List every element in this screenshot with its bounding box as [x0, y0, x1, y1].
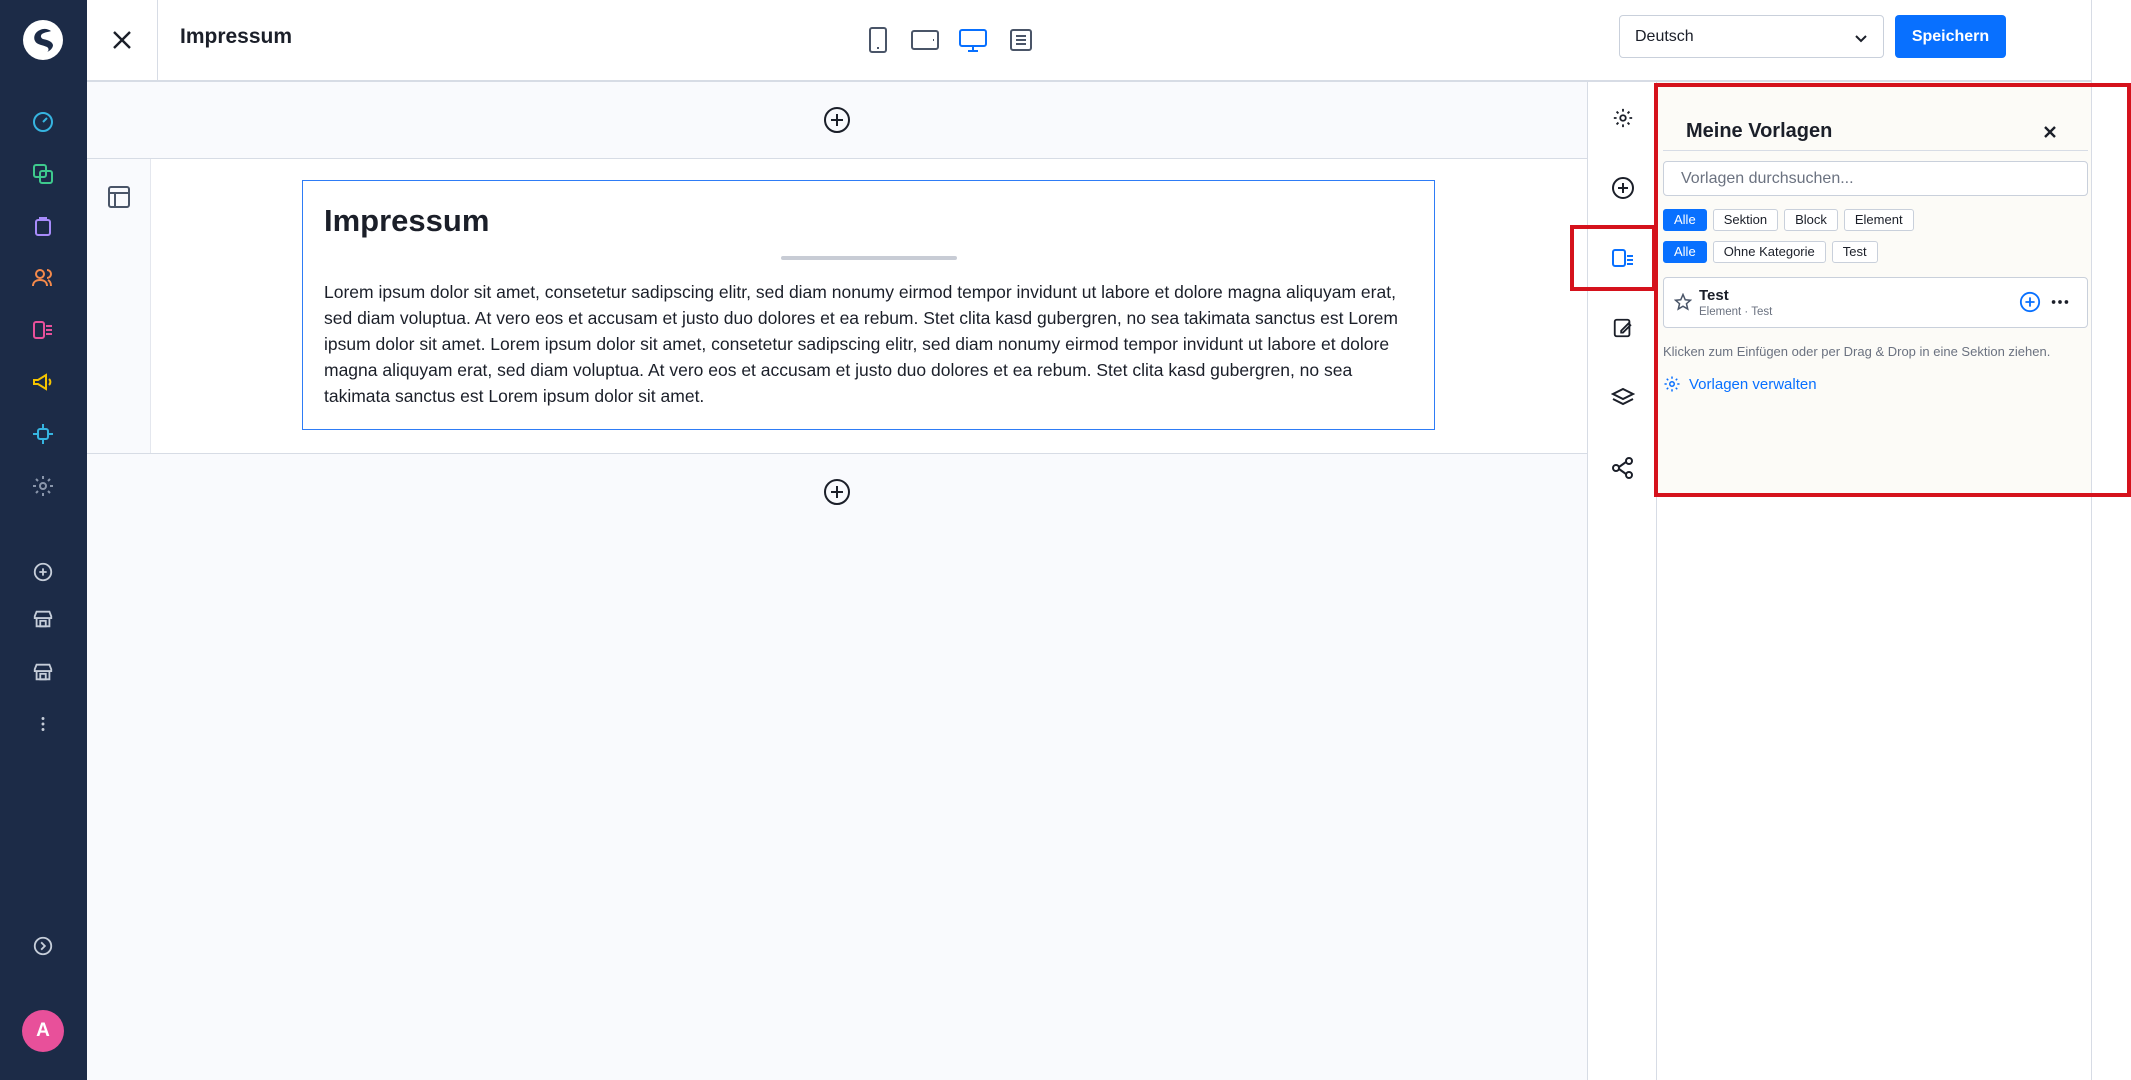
chevron-down-icon [1855, 35, 1867, 43]
section-layout-icon[interactable] [107, 185, 131, 209]
close-editor-button[interactable] [87, 0, 158, 80]
save-button[interactable]: Speichern [1895, 15, 2006, 58]
block-heading: Impressum [324, 203, 490, 238]
panel-title: Meine Vorlagen [1686, 120, 1833, 142]
tablet-view-icon[interactable] [907, 22, 943, 58]
settings-icon[interactable] [1609, 104, 1637, 132]
editor-header: Impressum Deutsch Speichern [87, 0, 2091, 82]
category-filter-group: Alle Ohne Kategorie Test [1663, 241, 1878, 263]
panel-hint: Klicken zum Einfügen oder per Drag & Dro… [1663, 344, 2051, 359]
template-search-input[interactable]: Vorlagen durchsuchen... [1663, 161, 2088, 196]
filter-type-element[interactable]: Element [1843, 209, 1914, 231]
filter-type-all[interactable]: Alle [1663, 209, 1707, 231]
avatar[interactable]: A [22, 1010, 64, 1052]
filter-category-all[interactable]: Alle [1663, 241, 1707, 263]
add-icon[interactable] [29, 558, 57, 586]
extensions-icon[interactable] [29, 420, 57, 448]
window-edge [2091, 0, 2131, 1080]
customers-icon[interactable] [29, 264, 57, 292]
star-icon[interactable] [1674, 293, 1692, 311]
cms-canvas: Impressum Lorem ipsum dolor sit amet, co… [87, 82, 1587, 1080]
block-divider [781, 256, 957, 260]
close-icon [113, 31, 131, 49]
section-sidebar [87, 159, 151, 453]
collapse-icon[interactable] [29, 932, 57, 960]
form-view-icon[interactable] [1003, 22, 1039, 58]
template-meta: Element · Test [1699, 306, 1773, 318]
insert-template-icon[interactable] [2019, 291, 2041, 313]
template-name: Test [1699, 287, 1729, 304]
manage-templates-link[interactable]: Vorlagen verwalten [1663, 375, 1817, 393]
add-section-top[interactable] [87, 82, 1587, 158]
add-section-icon [824, 107, 850, 133]
language-select[interactable]: Deutsch [1619, 15, 1884, 58]
text-block[interactable]: Impressum Lorem ipsum dolor sit amet, co… [302, 180, 1435, 430]
more-icon[interactable] [29, 710, 57, 738]
close-icon [2044, 126, 2056, 138]
orders-icon[interactable] [29, 212, 57, 240]
add-block-icon[interactable] [1609, 174, 1637, 202]
content-icon[interactable] [29, 316, 57, 344]
sidebar-rail [1570, 82, 1657, 1080]
settings-icon[interactable] [29, 472, 57, 500]
filter-type-block[interactable]: Block [1784, 209, 1838, 231]
add-section-bottom[interactable] [87, 454, 1587, 530]
layers-icon[interactable] [1609, 384, 1637, 412]
catalog-icon[interactable] [29, 160, 57, 188]
filter-category-test[interactable]: Test [1831, 241, 1878, 263]
page-title: Impressum [180, 25, 293, 48]
shopware-logo-icon[interactable] [21, 18, 65, 62]
admin-sidebar: A [0, 0, 87, 1080]
cms-section[interactable]: Impressum Lorem ipsum dolor sit amet, co… [87, 158, 1587, 454]
language-select-value: Deutsch [1635, 28, 1694, 45]
marketing-icon[interactable] [29, 368, 57, 396]
dashboard-icon[interactable] [29, 108, 57, 136]
active-tab-highlight [1570, 225, 1656, 291]
panel-divider [1663, 150, 2088, 151]
block-text: Lorem ipsum dolor sit amet, consetetur s… [324, 282, 1398, 406]
desktop-view-icon[interactable] [955, 22, 991, 58]
type-filter-group: Alle Sektion Block Element [1663, 209, 1914, 231]
templates-panel: Meine Vorlagen Vorlagen durchsuchen... A… [1657, 82, 2091, 1080]
filter-type-section[interactable]: Sektion [1712, 209, 1779, 231]
add-section-icon [824, 479, 850, 505]
template-card[interactable]: Test Element · Test [1663, 277, 2088, 328]
mobile-view-icon[interactable] [860, 22, 896, 58]
sales-channel-icon[interactable] [29, 658, 57, 686]
gear-icon [1664, 376, 1680, 392]
manage-templates-label: Vorlagen verwalten [1689, 375, 1817, 393]
share-icon[interactable] [1609, 454, 1637, 482]
more-options-icon[interactable] [2049, 291, 2071, 313]
sales-channel-icon[interactable] [29, 605, 57, 633]
close-panel-button[interactable] [2040, 122, 2060, 142]
edit-icon[interactable] [1609, 314, 1637, 342]
templates-panel-content: Meine Vorlagen Vorlagen durchsuchen... A… [1657, 82, 2091, 496]
filter-category-uncategorized[interactable]: Ohne Kategorie [1712, 241, 1826, 263]
